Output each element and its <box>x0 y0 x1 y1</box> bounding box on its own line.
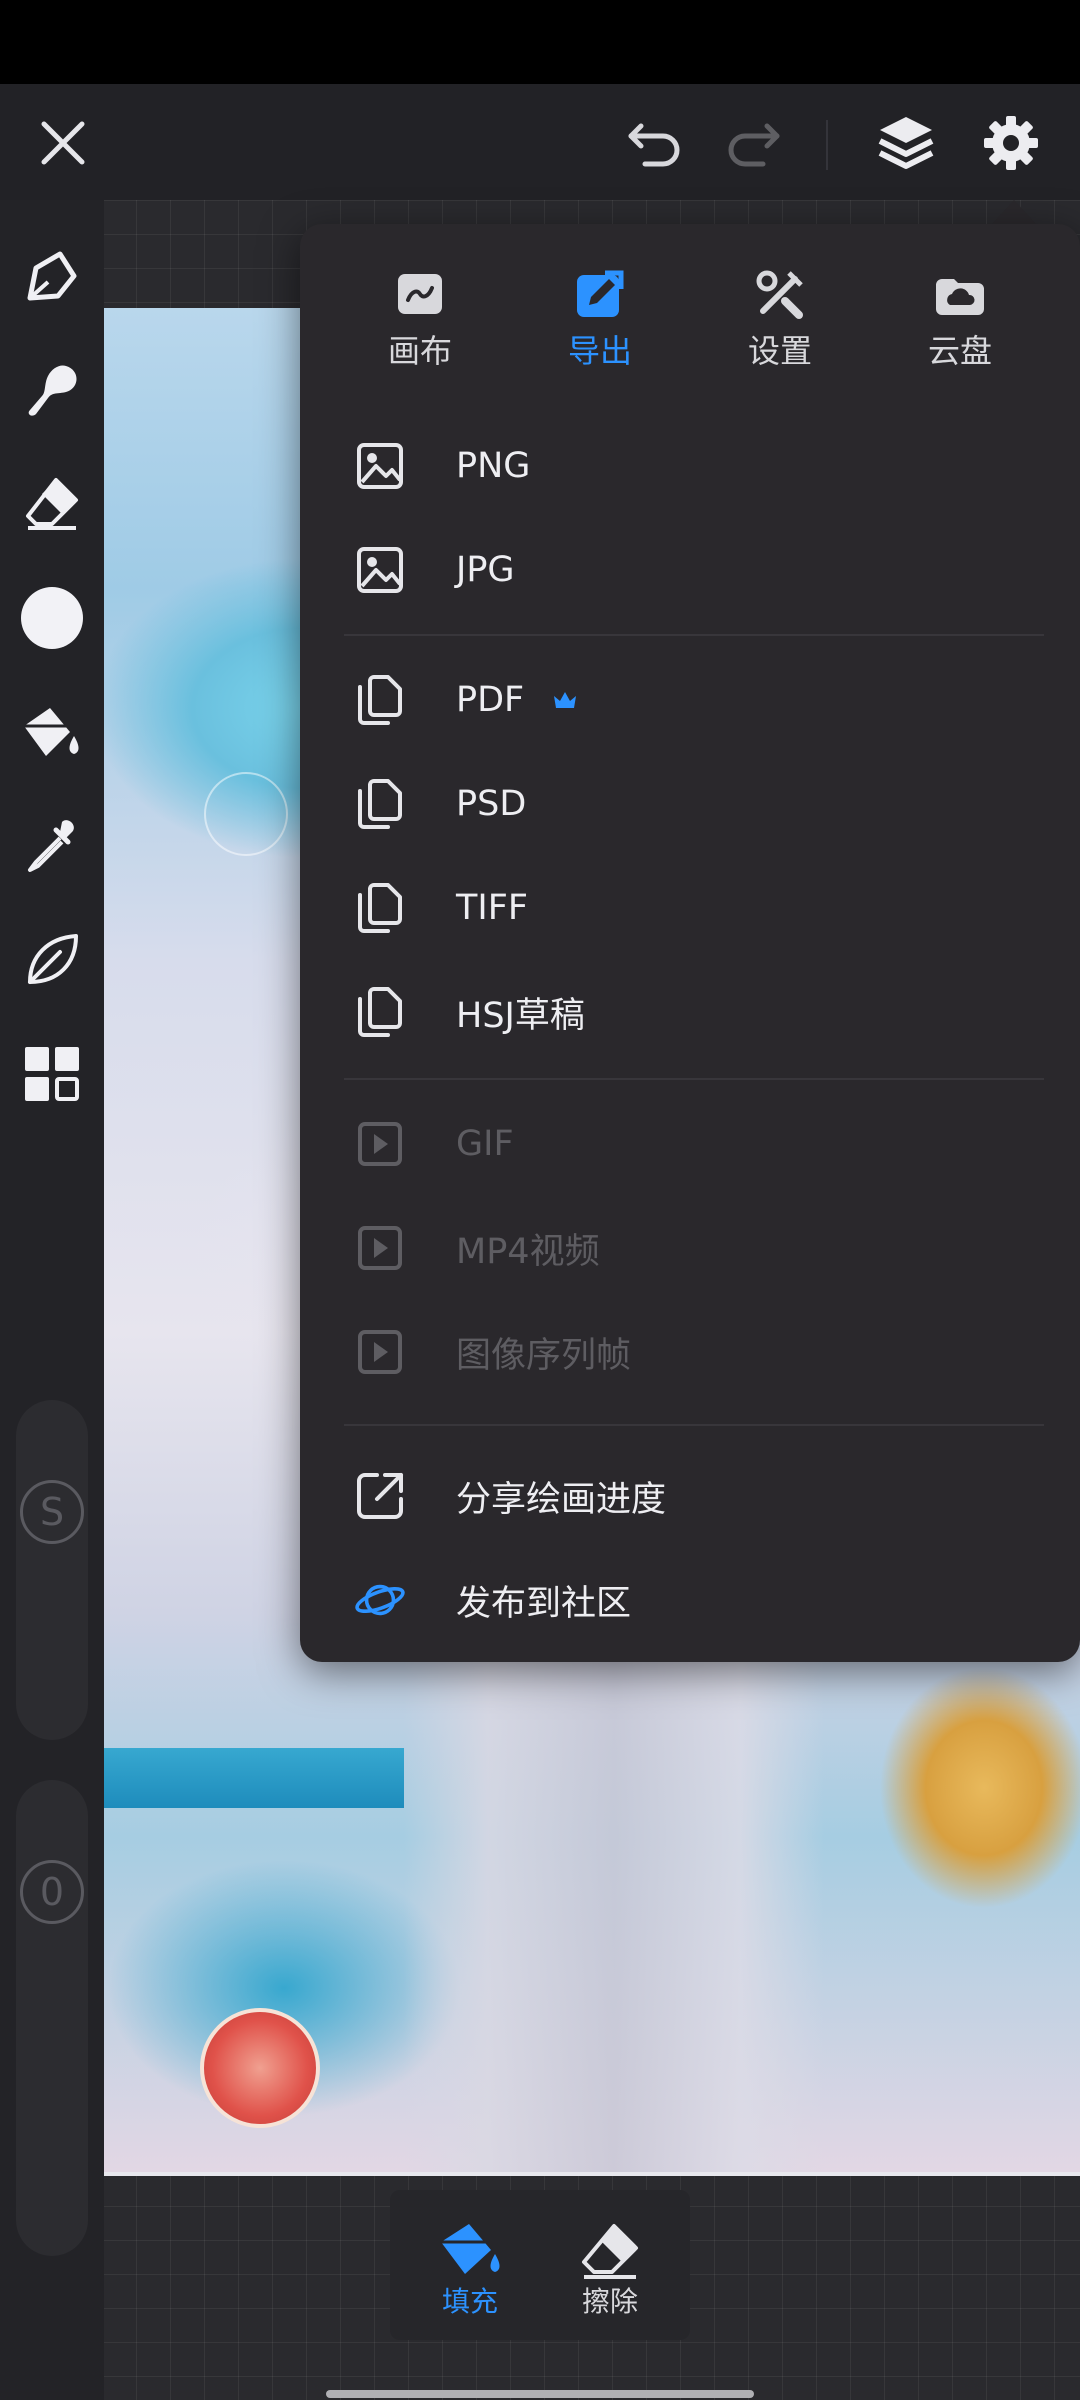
menu-divider <box>344 1424 1044 1426</box>
canvas-icon <box>398 274 442 314</box>
planet-icon <box>355 1584 405 1616</box>
tab-settings[interactable]: 设置 <box>690 264 870 384</box>
artwork-figure <box>404 1638 824 2172</box>
artwork-booth <box>104 1748 404 1808</box>
export-hsj-draft-label: HSJ草稿 <box>456 995 585 1036</box>
status-bar <box>0 0 1080 84</box>
share-progress-label: 分享绘画进度 <box>456 1479 667 1520</box>
artwork-ring <box>204 772 288 856</box>
export-mp4: MP4视频 <box>300 1196 1080 1300</box>
tool-pen[interactable] <box>16 240 88 312</box>
tab-canvas[interactable]: 画布 <box>330 264 510 384</box>
export-icon <box>577 270 624 317</box>
tool-brush[interactable] <box>16 354 88 426</box>
layers-button[interactable] <box>868 104 944 180</box>
tab-cloud[interactable]: 云盘 <box>870 264 1050 384</box>
paint-bucket-icon <box>441 2224 500 2274</box>
share-progress[interactable]: 分享绘画进度 <box>300 1444 1080 1548</box>
play-icon <box>358 1226 402 1270</box>
publish-community-label: 发布到社区 <box>456 1583 632 1624</box>
file-copy-icon <box>358 883 402 933</box>
eraser-icon <box>582 2224 638 2279</box>
export-menu: 画布 导出 设置 云盘 PNG JPG PDF PSD TIFF HSJ草稿 G… <box>300 224 1080 1662</box>
redo-button[interactable] <box>718 108 788 178</box>
tool-smudge[interactable] <box>16 924 88 996</box>
menu-divider <box>344 1078 1044 1080</box>
settings-tools-icon <box>756 270 803 319</box>
export-tiff-label: TIFF <box>456 888 528 928</box>
export-png[interactable]: PNG <box>300 414 1080 518</box>
menu-pointer <box>992 200 1036 224</box>
erase-mode-label: 擦除 <box>581 2285 638 2318</box>
export-gif: GIF <box>300 1092 1080 1196</box>
export-pdf[interactable]: PDF <box>300 648 1080 752</box>
export-image-sequence-label: 图像序列帧 <box>456 1335 632 1376</box>
export-jpg-label: JPG <box>456 550 515 590</box>
export-png-label: PNG <box>456 446 531 486</box>
export-hsj-draft[interactable]: HSJ草稿 <box>300 960 1080 1064</box>
export-psd-label: PSD <box>456 784 527 824</box>
undo-icon <box>628 123 680 167</box>
play-icon <box>358 1122 402 1166</box>
toolbar-divider <box>826 120 828 170</box>
undo-button[interactable] <box>620 108 690 178</box>
brush-size-label: S <box>20 1480 84 1544</box>
premium-crown-icon <box>554 692 576 708</box>
share-icon <box>357 1473 403 1519</box>
file-copy-icon <box>358 779 402 829</box>
pen-nib-icon <box>27 251 77 301</box>
tool-eyedropper[interactable] <box>16 810 88 882</box>
tool-color[interactable] <box>16 582 88 654</box>
fill-mode-button[interactable]: 填充 <box>400 2190 540 2340</box>
brush-size-slider[interactable] <box>16 1400 88 1740</box>
top-toolbar <box>0 84 1080 200</box>
settings-button[interactable] <box>974 106 1048 180</box>
tool-eraser[interactable] <box>16 468 88 540</box>
brush-icon <box>28 365 77 416</box>
grid-icon <box>25 1047 79 1101</box>
tool-strip: S 0 <box>0 200 104 2400</box>
export-image-sequence: 图像序列帧 <box>300 1300 1080 1404</box>
file-copy-icon <box>358 987 402 1037</box>
eraser-icon <box>26 478 78 530</box>
erase-mode-button[interactable]: 擦除 <box>540 2190 680 2340</box>
image-icon <box>357 443 403 489</box>
tool-more[interactable] <box>16 1038 88 1110</box>
tab-canvas-label: 画布 <box>387 332 452 370</box>
opacity-label: 0 <box>20 1860 84 1924</box>
export-mp4-label: MP4视频 <box>456 1231 600 1272</box>
export-tiff[interactable]: TIFF <box>300 856 1080 960</box>
cloud-drive-icon <box>936 279 984 315</box>
paint-bucket-icon <box>24 708 79 756</box>
fill-mode-panel: 填充 擦除 <box>390 2190 690 2340</box>
layers-icon <box>878 117 934 169</box>
tab-export[interactable]: 导出 <box>510 264 690 384</box>
export-gif-label: GIF <box>456 1124 514 1164</box>
fill-mode-label: 填充 <box>441 2285 498 2318</box>
tab-settings-label: 设置 <box>747 332 812 370</box>
tool-fill[interactable] <box>16 696 88 768</box>
opacity-slider[interactable] <box>16 1780 88 2256</box>
artwork-wheel <box>200 2008 320 2128</box>
publish-community[interactable]: 发布到社区 <box>300 1548 1080 1652</box>
export-pdf-label: PDF <box>456 680 525 720</box>
tab-cloud-label: 云盘 <box>927 332 992 370</box>
export-psd[interactable]: PSD <box>300 752 1080 856</box>
leaf-icon <box>28 934 78 984</box>
file-copy-icon <box>358 675 402 725</box>
close-icon <box>41 121 85 165</box>
redo-icon <box>728 123 780 167</box>
close-button[interactable] <box>28 108 98 178</box>
image-icon <box>357 547 403 593</box>
color-swatch-icon <box>21 587 83 649</box>
export-jpg[interactable]: JPG <box>300 518 1080 622</box>
tab-export-label: 导出 <box>567 332 632 370</box>
play-icon <box>358 1330 402 1374</box>
menu-divider <box>344 634 1044 636</box>
gear-icon <box>984 116 1038 170</box>
eyedropper-icon <box>28 820 74 872</box>
home-indicator[interactable] <box>326 2390 754 2398</box>
